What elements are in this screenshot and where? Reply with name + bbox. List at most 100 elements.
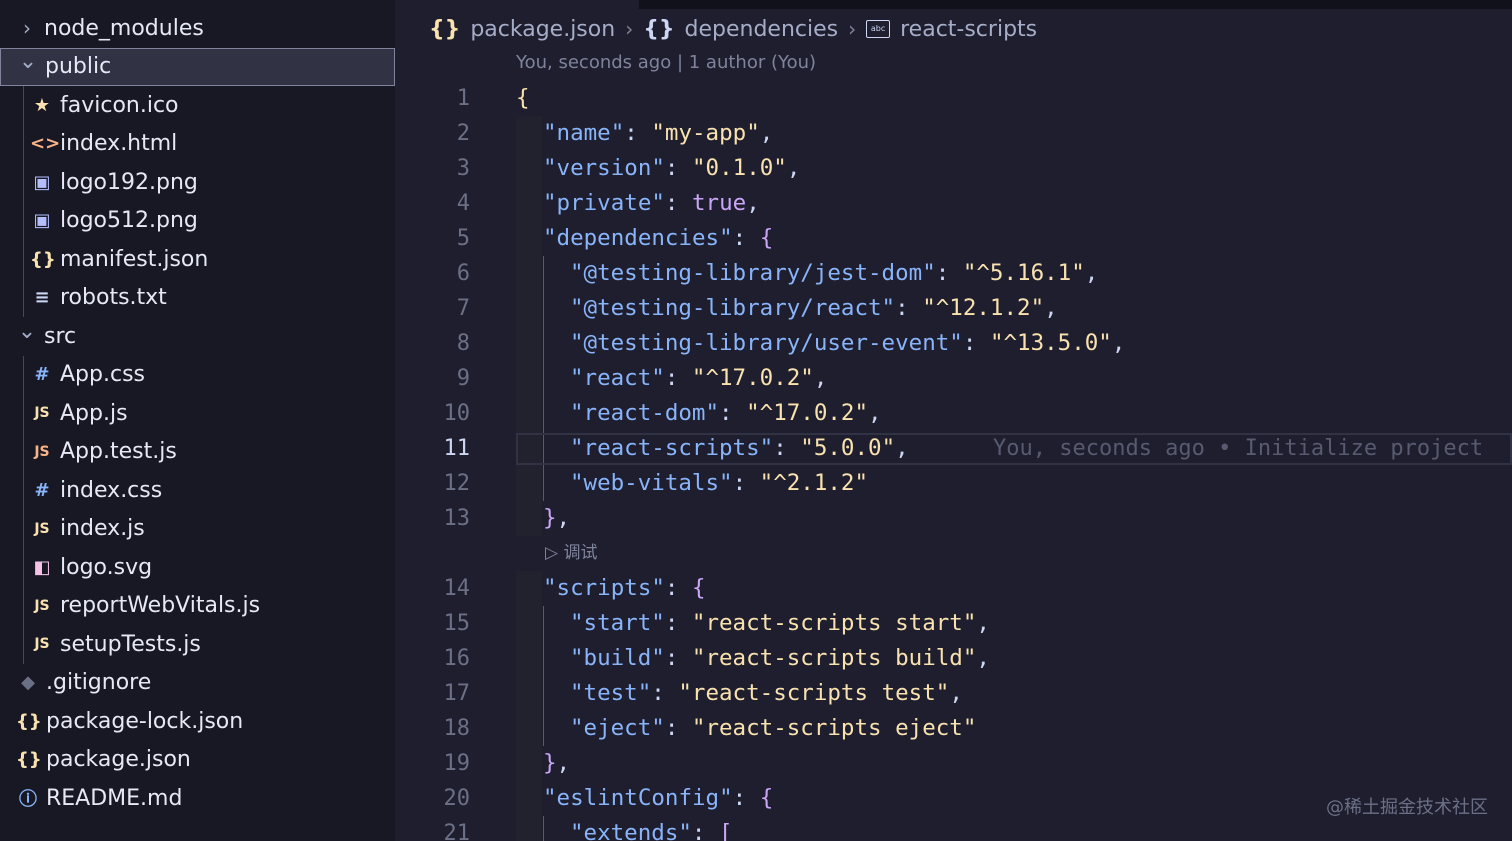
file-item-manifest-json[interactable]: {} manifest.json (0, 240, 395, 278)
line-number: 20 (443, 786, 471, 811)
code-text: "react": "^17.0.2", (570, 361, 827, 396)
code-token: : (719, 400, 747, 426)
code-text: "@testing-library/jest-dom": "^5.16.1", (570, 256, 1098, 291)
file-item-index-css[interactable]: # index.css (0, 471, 395, 509)
explorer-item-label: package.json (46, 747, 191, 772)
file-item-gitignore[interactable]: ◆ .gitignore (0, 664, 395, 702)
code-line[interactable]: 21 "extends": [ (395, 816, 1512, 841)
code-token: : (664, 155, 693, 181)
chevron-down-icon: ⌄ (17, 318, 37, 344)
git-blame-header[interactable]: You, seconds ago | 1 author (You) (516, 52, 816, 73)
explorer-item-label: manifest.json (60, 246, 209, 272)
explorer-item-label: src (44, 323, 77, 349)
debug-codelens[interactable]: ▷ 调试 (545, 540, 597, 566)
code-text: "test": "react-scripts test", (570, 676, 963, 711)
file-item-robots-txt[interactable]: ≡ robots.txt (0, 279, 395, 317)
code-text: { (516, 81, 530, 116)
explorer-item-label: logo.svg (60, 554, 153, 580)
file-item-package-lock-json[interactable]: {} package-lock.json (0, 702, 395, 740)
code-token: , (1044, 295, 1058, 321)
code-text: "start": "react-scripts start", (570, 606, 990, 641)
code-text: }, (543, 746, 570, 781)
explorer-item-label: index.html (60, 131, 178, 156)
code-token: "0.1.0" (692, 155, 787, 181)
code-line[interactable]: 8 "@testing-library/user-event": "^13.5.0… (395, 326, 1512, 361)
code-line[interactable]: 10 "react-dom": "^17.0.2", (395, 396, 1512, 431)
breadcrumb-file[interactable]: package.json (470, 17, 615, 42)
code-line[interactable]: 13}, (395, 501, 1512, 536)
js-test-icon: JS (34, 443, 50, 460)
code-token: : (773, 435, 801, 461)
code-editor[interactable]: {} package.json › {} dependencies › abc … (395, 0, 1512, 841)
code-token: : (732, 225, 760, 251)
code-line[interactable]: 15 "start": "react-scripts start", (395, 606, 1512, 641)
file-item-logo-svg[interactable]: ◧ logo.svg (0, 548, 395, 586)
code-token: : (664, 610, 692, 636)
code-line[interactable]: 6 "@testing-library/jest-dom": "^5.16.1", (395, 256, 1512, 291)
code-line[interactable]: 2 "name": "my-app", (395, 116, 1512, 151)
code-text: "scripts": { (543, 571, 706, 606)
code-token: , (976, 645, 990, 671)
code-line[interactable]: 1{ (395, 81, 1512, 116)
chevron-right-icon: › (23, 16, 31, 40)
explorer-item-label: App.css (60, 362, 145, 387)
explorer-item-label: App.js (60, 400, 128, 426)
explorer-item-label: setupTests.js (60, 631, 201, 657)
file-item-favicon-ico[interactable]: ★ favicon.ico (0, 86, 395, 124)
code-line[interactable]: 16 "build": "react-scripts build", (395, 641, 1512, 676)
code-line[interactable]: 14 "scripts": { (395, 571, 1512, 606)
code-token: : (935, 260, 963, 286)
file-item-setuptests-js[interactable]: JS setupTests.js (0, 625, 395, 663)
text-file-icon: ≡ (34, 287, 50, 308)
file-item-app-test-js[interactable]: JS App.test.js (0, 433, 395, 471)
inline-git-blame[interactable]: You, seconds ago • Initialize project (993, 431, 1483, 466)
file-item-logo512-png[interactable]: ▣ logo512.png (0, 202, 395, 240)
watermark: @稀土掘金技术社区 (1326, 797, 1488, 818)
file-item-package-json[interactable]: {} package.json (0, 741, 395, 779)
folder-item-src[interactable]: ⌄ src (0, 317, 395, 355)
explorer-item-label: .gitignore (46, 670, 152, 695)
code-line[interactable]: 19}, (395, 746, 1512, 781)
code-line[interactable]: 3 "version": "0.1.0", (395, 151, 1512, 186)
code-token: "^2.1.2" (759, 470, 869, 496)
svg-icon: ◧ (33, 556, 51, 578)
file-item-index-js[interactable]: JS index.js (0, 510, 395, 548)
breadcrumb-object[interactable]: dependencies (685, 17, 839, 42)
explorer-item-label: reportWebVitals.js (60, 593, 261, 618)
code-token: , (895, 435, 909, 461)
code-line[interactable]: 12 "web-vitals": "^2.1.2" (395, 466, 1512, 501)
file-item-logo192-png[interactable]: ▣ logo192.png (0, 163, 395, 201)
line-number: 13 (443, 506, 471, 531)
code-line[interactable]: 18 "eject": "react-scripts eject" (395, 711, 1512, 746)
code-text: "extends": [ (570, 816, 733, 841)
js-icon: JS (34, 405, 50, 421)
code-line[interactable]: 17 "test": "react-scripts test", (395, 676, 1512, 711)
folder-item-node-modules[interactable]: › node_modules (0, 9, 395, 47)
code-token: "scripts" (543, 575, 665, 601)
explorer-item-label: README.md (46, 785, 183, 811)
code-text: "@testing-library/user-event": "^13.5.0"… (570, 326, 1125, 361)
code-line[interactable]: 4 "private": true, (395, 186, 1512, 221)
line-number: 19 (443, 751, 471, 776)
code-token: , (813, 365, 828, 391)
code-line[interactable]: 7 "@testing-library/react": "^12.1.2", (395, 291, 1512, 326)
code-line[interactable]: 5 "dependencies": { (395, 221, 1512, 256)
file-item-readme-md[interactable]: ⓘ README.md (0, 779, 395, 817)
line-number: 12 (443, 471, 471, 496)
breadcrumb-key[interactable]: react-scripts (900, 17, 1037, 42)
code-token: "extends" (570, 820, 692, 841)
code-token: , (556, 750, 571, 776)
code-token: "react-scripts test" (678, 680, 950, 706)
star-icon: ★ (33, 94, 51, 116)
folder-item-public[interactable]: ⌄ public (0, 47, 395, 86)
explorer-item-label: logo512.png (60, 208, 198, 233)
code-line[interactable]: 9 "react": "^17.0.2", (395, 361, 1512, 396)
file-item-app-js[interactable]: JS App.js (0, 394, 395, 432)
code-token: "^17.0.2" (691, 365, 814, 391)
file-item-app-css[interactable]: # App.css (0, 356, 395, 394)
code-token: "build" (570, 645, 665, 671)
file-item-reportwebvitals-js[interactable]: JS reportWebVitals.js (0, 587, 395, 625)
file-item-index-html[interactable]: <> index.html (0, 125, 395, 163)
code-token: "my-app" (651, 120, 760, 146)
css-icon: # (34, 364, 50, 385)
